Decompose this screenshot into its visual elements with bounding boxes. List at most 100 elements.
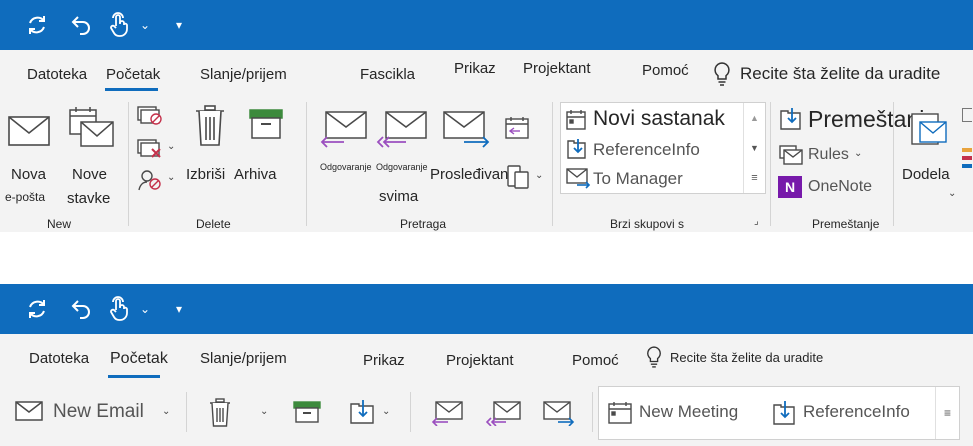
new-email-label-1: Nova bbox=[11, 166, 47, 183]
tab-home[interactable]: Početak bbox=[110, 350, 168, 368]
reply-button[interactable]: Odgovaranje bbox=[316, 104, 376, 174]
reply-icon[interactable] bbox=[430, 400, 464, 426]
quick-access-toolbar: ⌄ ▾ bbox=[0, 284, 973, 334]
quick-step-label: To Manager bbox=[593, 169, 683, 188]
delete-dropdown: ⌄ bbox=[260, 406, 269, 417]
gallery-expand[interactable]: ≡ bbox=[935, 387, 959, 439]
new-email-button[interactable]: New Email ⌄ bbox=[12, 394, 174, 430]
quick-step-item[interactable]: Novi sastanak bbox=[563, 105, 741, 133]
new-items-button[interactable]: Nove stavke bbox=[62, 104, 122, 207]
group-separator bbox=[592, 392, 593, 432]
gallery-expand[interactable]: ≡ bbox=[743, 163, 765, 193]
undo-button[interactable] bbox=[66, 0, 96, 50]
new-email-label-2: e-pošta bbox=[5, 190, 46, 204]
group-label-move: Premeštanje bbox=[812, 217, 880, 231]
tab-home[interactable]: Početak bbox=[106, 66, 160, 83]
more-respond-icon[interactable] bbox=[506, 164, 530, 190]
touch-mode-icon bbox=[110, 12, 128, 37]
quick-step-label: ReferenceInfo bbox=[593, 140, 700, 159]
assign-policy-icon bbox=[911, 113, 947, 145]
tab-help[interactable]: Pomoć bbox=[642, 62, 689, 79]
archive-icon[interactable] bbox=[292, 400, 322, 424]
new-email-dropdown: ⌄ bbox=[162, 406, 171, 417]
clean-up-icon[interactable] bbox=[136, 137, 164, 159]
tab-send-receive[interactable]: Slanje/prijem bbox=[200, 66, 287, 83]
rules-button[interactable]: Rules ⌄ bbox=[778, 142, 868, 168]
lightbulb-icon bbox=[647, 346, 661, 368]
customize-toolbar-button[interactable]: ▾ bbox=[172, 0, 186, 50]
sync-button[interactable] bbox=[22, 0, 52, 50]
touch-mode-button[interactable] bbox=[104, 0, 134, 50]
delete-button[interactable]: Izbriši bbox=[186, 104, 236, 184]
reply-all-label-1: Odgovaranje bbox=[376, 162, 428, 172]
more-respond-dropdown[interactable]: ⌄ bbox=[535, 170, 543, 181]
new-items-label-2: stavke bbox=[67, 190, 111, 207]
tell-me-search[interactable]: Recite šta želite da uradite bbox=[670, 350, 823, 365]
tab-file[interactable]: Datoteka bbox=[27, 66, 87, 83]
reply-label: Odgovaranje bbox=[320, 162, 372, 172]
tab-design[interactable]: Projektant bbox=[446, 352, 514, 369]
envelope-forward-icon bbox=[566, 168, 591, 189]
onenote-label: OneNote bbox=[808, 178, 873, 195]
reply-all-icon[interactable] bbox=[486, 400, 522, 426]
tab-view[interactable]: Prikaz bbox=[363, 352, 405, 369]
junk-icon[interactable] bbox=[136, 168, 164, 192]
calendar-icon bbox=[608, 402, 632, 424]
forward-icon bbox=[443, 111, 490, 148]
trash-icon bbox=[210, 398, 230, 427]
customize-toolbar-button[interactable]: ▾ bbox=[172, 284, 186, 334]
quick-step-item[interactable]: ReferenceInfo bbox=[563, 135, 741, 163]
tags-icon-strip[interactable] bbox=[962, 108, 973, 188]
junk-dropdown[interactable]: ⌄ bbox=[167, 172, 175, 183]
ribbon-tabs: Datoteka Početak Slanje/prijem Fascikla … bbox=[0, 50, 973, 96]
tab-view[interactable]: Prikaz bbox=[454, 60, 496, 77]
active-tab-underline bbox=[108, 375, 160, 378]
gallery-scroll-up[interactable]: ▲ bbox=[743, 103, 765, 133]
quick-step-item[interactable]: New Meeting bbox=[605, 397, 755, 429]
envelope-icon bbox=[8, 116, 50, 146]
group-separator bbox=[770, 102, 771, 226]
tab-design[interactable]: Projektant bbox=[523, 60, 591, 77]
quick-step-item[interactable]: To Manager bbox=[563, 164, 741, 192]
meeting-reply-icon[interactable] bbox=[504, 116, 530, 140]
archive-button[interactable]: Arhiva bbox=[234, 104, 286, 184]
archive-label: Arhiva bbox=[234, 166, 277, 183]
forward-icon[interactable] bbox=[542, 400, 576, 426]
undo-button[interactable] bbox=[66, 284, 96, 334]
new-email-button[interactable]: Nova e-pošta bbox=[3, 104, 53, 204]
clean-up-dropdown[interactable]: ⌄ bbox=[167, 141, 175, 152]
quick-steps-gallery: Novi sastanak ReferenceInfo To Manager ▲… bbox=[560, 102, 766, 194]
move-to-folder-icon bbox=[567, 139, 586, 159]
touch-mode-button[interactable] bbox=[104, 284, 134, 334]
tab-help[interactable]: Pomoć bbox=[572, 352, 619, 369]
tell-me-search[interactable]: Recite šta želite da uradite bbox=[740, 64, 940, 84]
quick-step-item[interactable]: ReferenceInfo bbox=[769, 397, 929, 429]
quick-steps-dialog-launcher[interactable]: ⌟ bbox=[754, 216, 759, 227]
onenote-button[interactable]: N OneNote bbox=[778, 174, 878, 200]
tab-send-receive[interactable]: Slanje/prijem bbox=[200, 350, 287, 367]
reply-all-icon bbox=[376, 111, 427, 148]
delete-button[interactable]: ⌄ bbox=[206, 394, 268, 430]
categorize-icon bbox=[962, 108, 972, 122]
sync-button[interactable] bbox=[22, 284, 52, 334]
reply-icon bbox=[320, 111, 367, 148]
sync-icon bbox=[29, 16, 45, 34]
move-button[interactable]: ⌄ bbox=[346, 394, 394, 430]
group-separator bbox=[410, 392, 411, 432]
tab-folder[interactable]: Fascikla bbox=[360, 66, 415, 83]
group-separator bbox=[306, 102, 307, 226]
touch-mode-dropdown[interactable]: ⌄ bbox=[138, 0, 152, 50]
group-label-quick-steps: Brzi skupovi s bbox=[610, 217, 685, 231]
ignore-icon[interactable] bbox=[136, 104, 164, 126]
assign-policy-button[interactable]: Dodela ⌄ bbox=[898, 104, 960, 204]
trash-icon bbox=[196, 105, 224, 146]
move-dropdown: ⌄ bbox=[382, 406, 391, 417]
reply-all-button[interactable]: Odgovaranje svima bbox=[374, 104, 434, 205]
lightbulb-icon bbox=[714, 62, 730, 86]
onenote-icon: N bbox=[778, 176, 802, 198]
delete-label: Izbriši bbox=[186, 166, 226, 183]
tab-file[interactable]: Datoteka bbox=[29, 350, 89, 367]
reply-all-label-2: svima bbox=[379, 188, 419, 205]
gallery-scroll-down[interactable]: ▼ bbox=[743, 133, 765, 163]
touch-mode-dropdown[interactable]: ⌄ bbox=[138, 284, 152, 334]
